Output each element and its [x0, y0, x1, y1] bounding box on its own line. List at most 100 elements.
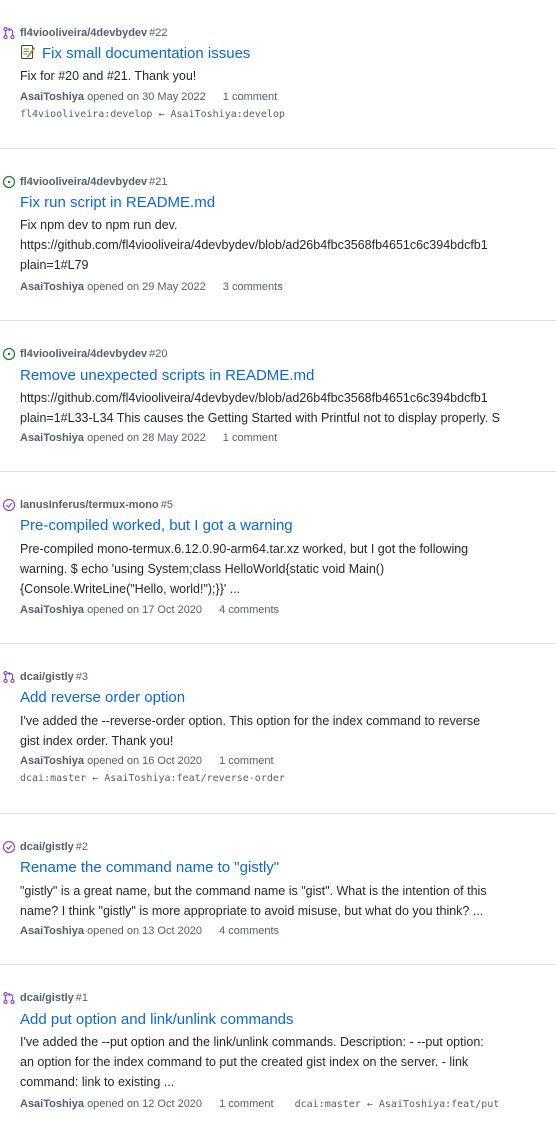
item-meta: AsaiToshiya opened on 17 Oct 2020 4 comm… [20, 602, 279, 618]
author-link[interactable]: AsaiToshiya [20, 755, 84, 767]
item-body: Fix for #20 and #21. Thank you! [20, 66, 196, 86]
item-header: fl4viooliveira/4devbydev #20 [2, 346, 168, 362]
body-line: plain=1#L33-L34 This causes the Getting … [20, 411, 501, 425]
repo-link[interactable]: dcai/gistly [20, 671, 74, 683]
opened-date: opened on 29 May 2022 [87, 281, 206, 293]
item-title[interactable]: Remove unexpected scripts in README.md [20, 367, 314, 384]
item-meta: AsaiToshiya opened on 13 Oct 2020 4 comm… [20, 923, 279, 939]
author-link[interactable]: AsaiToshiya [20, 925, 84, 937]
divider [0, 813, 556, 814]
comment-count[interactable]: 4 comments [219, 604, 279, 616]
divider [0, 471, 556, 472]
item-number: #20 [149, 348, 168, 360]
item-number: #2 [75, 841, 89, 853]
item-number: #3 [75, 671, 89, 683]
body-line: "gistly" is a great name, but the comman… [20, 884, 487, 898]
item-number: #5 [160, 499, 173, 511]
item-header: dcai/gistly #1 [2, 990, 88, 1006]
item-header: fl4viooliveira/4devbydev #21 [2, 174, 168, 190]
issue-opened-icon [2, 347, 16, 361]
item-meta: AsaiToshiya opened on 29 May 2022 3 comm… [20, 279, 283, 295]
repo-link[interactable]: fl4viooliveira/4devbydev [20, 176, 147, 188]
item-number: #1 [75, 992, 89, 1004]
item-meta: AsaiToshiya opened on 30 May 2022 1 comm… [20, 89, 277, 105]
item-body: I've added the --reverse-order option. T… [20, 711, 480, 751]
body-line: {Console.WriteLine("Hello, world!");}}' … [20, 582, 241, 596]
body-line: https://github.com/fl4viooliveira/4devby… [20, 391, 488, 405]
repo-link[interactable]: dcai/gistly [20, 841, 74, 853]
item-body: https://github.com/fl4viooliveira/4devby… [20, 388, 500, 428]
author-link[interactable]: AsaiToshiya [20, 281, 84, 293]
item-title-link[interactable]: Add put option and link/unlink commands [20, 1010, 294, 1030]
item-body: "gistly" is a great name, but the comman… [20, 881, 487, 921]
divider [0, 320, 556, 321]
author-link[interactable]: AsaiToshiya [20, 604, 84, 616]
repo-link[interactable]: fl4viooliveira/4devbydev [20, 27, 147, 39]
repo-link[interactable]: lanusInferus/termux-mono [20, 499, 159, 511]
issue-closed-icon [2, 498, 16, 512]
opened-date: opened on 13 Oct 2020 [87, 925, 203, 937]
memo-emoji [21, 45, 35, 59]
item-number: #22 [149, 27, 168, 39]
item-header: dcai/gistly #2 [2, 839, 88, 855]
body-line: command: link to existing ... [20, 1075, 175, 1089]
body-line: warning. $ echo 'using System;class Hell… [20, 562, 385, 576]
issue-opened-icon [2, 175, 16, 189]
item-body: Pre-compiled mono-termux.6.12.0.90-arm64… [20, 539, 468, 599]
opened-date: opened on 30 May 2022 [87, 91, 206, 103]
item-meta: AsaiToshiya opened on 12 Oct 2020 1 comm… [20, 1096, 499, 1112]
body-line: https://github.com/fl4viooliveira/4devby… [20, 238, 488, 252]
opened-date: opened on 17 Oct 2020 [87, 604, 203, 616]
pull-request-icon [3, 670, 15, 684]
item-meta: AsaiToshiya opened on 16 Oct 2020 1 comm… [20, 753, 274, 769]
repo-link[interactable]: fl4viooliveira/4devbydev [20, 348, 147, 360]
item-title-link[interactable]: Pre-compiled worked, but I got a warning [20, 516, 293, 536]
author-link[interactable]: AsaiToshiya [20, 432, 84, 444]
author-link[interactable]: AsaiToshiya [20, 1098, 84, 1110]
item-title[interactable]: Add put option and link/unlink commands [20, 1011, 294, 1028]
item-title-link[interactable]: Add reverse order option [20, 688, 185, 708]
issue-closed-icon [2, 840, 16, 854]
branch-info: dcai:master ← AsaiToshiya:feat/reverse-o… [20, 773, 285, 784]
item-title[interactable]: Add reverse order option [20, 689, 185, 706]
pull-request-icon [3, 26, 15, 40]
comment-count[interactable]: 3 comments [223, 281, 283, 293]
item-header: lanusInferus/termux-mono #5 [2, 497, 173, 513]
body-line: plain=1#L79 [20, 258, 89, 272]
divider [0, 148, 556, 149]
item-title-link[interactable]: Fix small documentation issues [20, 44, 250, 64]
item-title[interactable]: Fix small documentation issues [42, 45, 250, 62]
item-header: dcai/gistly #3 [2, 669, 88, 685]
opened-date: opened on 16 Oct 2020 [87, 755, 203, 767]
item-body: I've added the --put option and the link… [20, 1032, 484, 1092]
item-title[interactable]: Fix run script in README.md [20, 194, 215, 211]
divider [0, 964, 556, 965]
opened-date: opened on 28 May 2022 [87, 432, 206, 444]
divider [0, 643, 556, 644]
author-link[interactable]: AsaiToshiya [20, 91, 84, 103]
item-body: Fix npm dev to npm run dev. https://gith… [20, 215, 488, 275]
item-meta: AsaiToshiya opened on 28 May 2022 1 comm… [20, 430, 277, 446]
body-line: Fix npm dev to npm run dev. [20, 218, 178, 232]
branch-info: fl4viooliveira:develop ← AsaiToshiya:dev… [20, 109, 285, 120]
body-line: I've added the --reverse-order option. T… [20, 714, 481, 728]
branch-info: dcai:master ← AsaiToshiya:feat/put [294, 1099, 500, 1110]
comment-count[interactable]: 1 comment [223, 432, 277, 444]
item-title[interactable]: Rename the command name to "gistly" [20, 859, 279, 876]
item-title[interactable]: Pre-compiled worked, but I got a warning [20, 517, 293, 534]
opened-date: opened on 12 Oct 2020 [87, 1098, 203, 1110]
item-header: fl4viooliveira/4devbydev #22 [2, 25, 168, 41]
item-title-link[interactable]: Rename the command name to "gistly" [20, 858, 279, 878]
repo-link[interactable]: dcai/gistly [20, 992, 74, 1004]
body-line: gist index order. Thank you! [20, 734, 174, 748]
body-line: Fix for #20 and #21. Thank you! [20, 69, 197, 83]
comment-count[interactable]: 4 comments [219, 925, 279, 937]
comment-count[interactable]: 1 comment [223, 91, 277, 103]
comment-count[interactable]: 1 comment [219, 1098, 273, 1110]
body-line: Pre-compiled mono-termux.6.12.0.90-arm64… [20, 542, 469, 556]
item-title-link[interactable]: Fix run script in README.md [20, 193, 215, 213]
body-line: name? I think "gistly" is more appropria… [20, 904, 484, 918]
item-title-link[interactable]: Remove unexpected scripts in README.md [20, 366, 314, 386]
body-line: I've added the --put option and the link… [20, 1035, 484, 1049]
comment-count[interactable]: 1 comment [219, 755, 273, 767]
